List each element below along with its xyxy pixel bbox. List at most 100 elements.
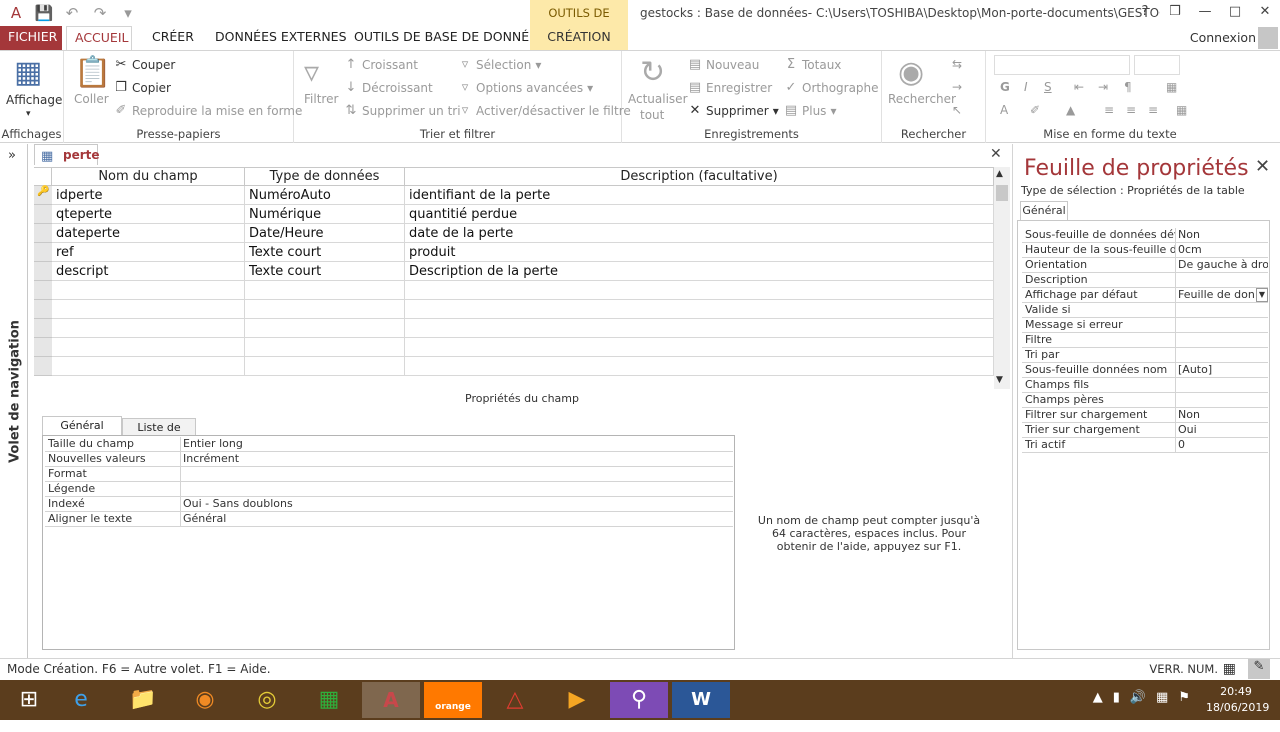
scroll-up-icon[interactable]: ▲: [996, 169, 1003, 179]
clock[interactable]: 20:49 18/06/2019: [1206, 684, 1269, 716]
empty-cell[interactable]: [405, 357, 994, 376]
data-type-cell[interactable]: Date/Heure: [245, 224, 405, 243]
start-button-icon[interactable]: ⊞: [0, 682, 58, 718]
italic-button[interactable]: I: [1024, 80, 1028, 94]
media-player-icon[interactable]: ▶: [548, 682, 606, 718]
sheet-property-value[interactable]: 0cm: [1175, 243, 1268, 258]
refresh-all-button[interactable]: Actualiser: [628, 92, 688, 106]
grid-vertical-scrollbar[interactable]: ▲ ▼: [994, 167, 1010, 389]
property-value[interactable]: Général: [180, 512, 730, 527]
property-row[interactable]: Nouvelles valeurs Incrément: [45, 452, 733, 467]
firefox-icon[interactable]: ◉: [176, 682, 234, 718]
row-selector[interactable]: [34, 243, 52, 262]
property-value[interactable]: Incrément: [180, 452, 730, 467]
find-button[interactable]: Rechercher: [888, 92, 956, 106]
property-value[interactable]: Entier long: [180, 437, 730, 452]
data-type-cell[interactable]: Texte court: [245, 262, 405, 281]
minimize-button[interactable]: —: [1190, 0, 1220, 24]
toggle-filter-button[interactable]: ▿ Activer/désactiver le filtre: [458, 103, 631, 118]
data-type-cell[interactable]: NuméroAuto: [245, 186, 405, 205]
tab-perte[interactable]: ▦ perte: [34, 144, 100, 165]
empty-cell[interactable]: [52, 338, 245, 357]
sheet-property-value[interactable]: [1175, 333, 1268, 348]
acrobat-icon[interactable]: △: [486, 682, 544, 718]
property-row[interactable]: Aligner le texte Général: [45, 512, 733, 527]
sheet-property-row[interactable]: Filtre: [1022, 333, 1268, 348]
access-app-icon[interactable]: A: [6, 4, 26, 22]
sheet-property-value[interactable]: [1175, 318, 1268, 333]
sheet-property-row[interactable]: Affichage par défaut Feuille de données▼: [1022, 288, 1268, 303]
empty-cell[interactable]: [405, 338, 994, 357]
sheet-property-value[interactable]: [1175, 378, 1268, 393]
affichage-button[interactable]: Affichage: [6, 93, 62, 107]
copy-button[interactable]: ❐ Copier: [114, 80, 171, 95]
totals-button[interactable]: Σ Totaux: [784, 57, 842, 72]
close-button[interactable]: ✕: [1250, 0, 1280, 24]
dropdown-arrow-icon[interactable]: ▼: [1256, 288, 1268, 302]
sheet-property-row[interactable]: Filtrer sur chargement Non: [1022, 408, 1268, 423]
sheet-property-value[interactable]: De gauche à droite: [1175, 258, 1268, 273]
bold-button[interactable]: G: [1000, 80, 1010, 94]
delete-button[interactable]: ✕ Supprimer ▾: [688, 103, 779, 118]
font-size-select[interactable]: [1134, 55, 1180, 75]
highlight-icon[interactable]: ✐: [1030, 103, 1040, 117]
fill-color-icon[interactable]: ▲: [1066, 103, 1075, 117]
empty-cell[interactable]: [52, 281, 245, 300]
redo-icon[interactable]: ↷: [90, 4, 110, 22]
row-selector[interactable]: [34, 281, 52, 300]
empty-cell[interactable]: [52, 319, 245, 338]
property-row[interactable]: Format: [45, 467, 733, 482]
property-row[interactable]: Taille du champ Entier long: [45, 437, 733, 452]
access-taskbar-icon[interactable]: A: [362, 682, 420, 718]
font-name-select[interactable]: [994, 55, 1130, 75]
sheet-property-row[interactable]: Sous-feuille données nom [Auto]: [1022, 363, 1268, 378]
scroll-thumb[interactable]: [996, 185, 1008, 201]
help-button[interactable]: ?: [1130, 0, 1160, 24]
row-selector[interactable]: [34, 338, 52, 357]
empty-cell[interactable]: [245, 319, 405, 338]
sheet-property-value[interactable]: Non: [1175, 228, 1268, 243]
sheet-property-value[interactable]: 0: [1175, 438, 1268, 453]
advanced-options-button[interactable]: ▿ Options avancées ▾: [458, 80, 593, 95]
tab-donnees-externes[interactable]: DONNÉES EXTERNES: [207, 26, 355, 50]
field-name-cell[interactable]: ref: [52, 243, 245, 262]
row-selector[interactable]: [34, 224, 52, 243]
design-view-icon[interactable]: ✎: [1248, 659, 1270, 679]
underline-button[interactable]: S: [1044, 80, 1052, 94]
tab-file[interactable]: FICHIER: [0, 26, 62, 50]
file-explorer-icon[interactable]: 📁: [114, 682, 172, 718]
sign-in-link[interactable]: Connexion: [1190, 30, 1256, 45]
maximize-button[interactable]: □: [1220, 0, 1250, 24]
description-cell[interactable]: quantitié perdue: [405, 205, 994, 224]
align-left-icon[interactable]: ≡: [1104, 103, 1114, 117]
tab-creer[interactable]: CRÉER: [144, 26, 202, 50]
sheet-property-row[interactable]: Champs fils: [1022, 378, 1268, 393]
property-value[interactable]: [180, 482, 730, 497]
close-property-sheet-button[interactable]: ✕: [1255, 156, 1270, 177]
sheet-property-row[interactable]: Tri par: [1022, 348, 1268, 363]
gridlines-icon[interactable]: ▦: [1166, 80, 1177, 94]
internet-explorer-icon[interactable]: e: [52, 682, 110, 718]
customize-qat-icon[interactable]: ▾: [118, 4, 138, 22]
description-cell[interactable]: date de la perte: [405, 224, 994, 243]
network-icon[interactable]: ▦: [1156, 690, 1168, 705]
volume-icon[interactable]: 🔊: [1130, 690, 1146, 705]
paste-button[interactable]: Coller: [74, 92, 109, 106]
sheet-property-row[interactable]: Trier sur chargement Oui: [1022, 423, 1268, 438]
tab-accueil[interactable]: ACCUEIL: [66, 26, 132, 51]
field-name-cell[interactable]: qteperte: [52, 205, 245, 224]
select-icon[interactable]: ↖: [952, 103, 962, 117]
row-selector[interactable]: [34, 357, 52, 376]
tab-creation[interactable]: CRÉATION: [530, 26, 628, 50]
sheet-property-row[interactable]: Sous-feuille de données développéeNon: [1022, 228, 1268, 243]
empty-cell[interactable]: [245, 300, 405, 319]
sheet-property-row[interactable]: Tri actif 0: [1022, 438, 1268, 453]
word-icon[interactable]: W: [672, 682, 730, 718]
close-document-button[interactable]: ✕: [990, 146, 1002, 162]
sheet-property-value[interactable]: [1175, 348, 1268, 363]
sheet-property-row[interactable]: Orientation De gauche à droite: [1022, 258, 1268, 273]
expand-nav-button[interactable]: »: [8, 148, 16, 163]
format-painter-button[interactable]: ✐ Reproduire la mise en forme: [114, 103, 303, 118]
sheet-property-row[interactable]: Valide si: [1022, 303, 1268, 318]
description-cell[interactable]: produit: [405, 243, 994, 262]
